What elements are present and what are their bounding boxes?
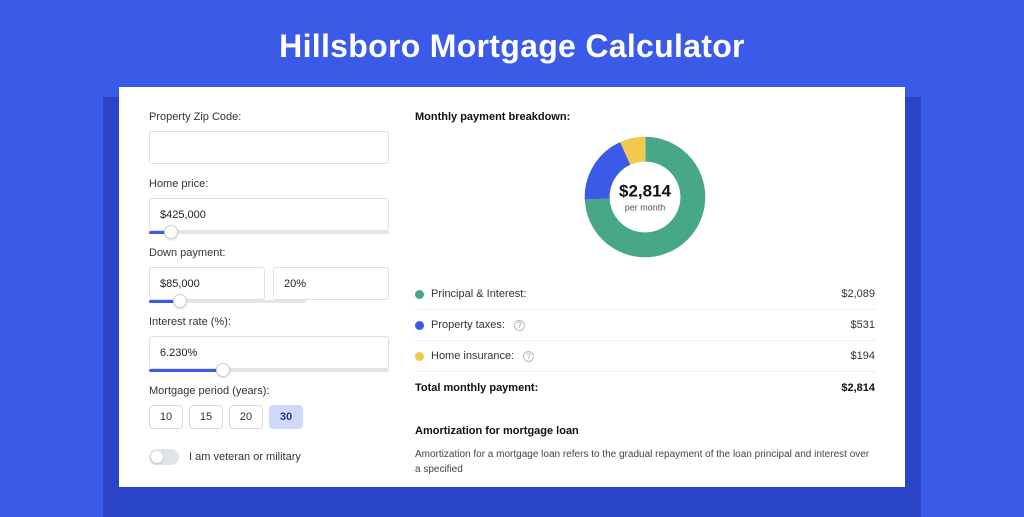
breakdown-row: Property taxes:? $531 — [415, 310, 875, 341]
down-payment-slider[interactable] — [149, 296, 306, 310]
interest-group: Interest rate (%): — [149, 316, 389, 379]
zip-group: Property Zip Code: — [149, 111, 389, 164]
breakdown-row: Principal & Interest: $2,089 — [415, 279, 875, 310]
home-price-slider[interactable] — [149, 227, 389, 241]
breakdown-rows: Principal & Interest: $2,089 Property taxe… — [415, 279, 875, 372]
breakdown-value: $2,089 — [841, 288, 875, 300]
breakdown-total-row: Total monthly payment: $2,814 — [415, 372, 875, 403]
breakdown-value: $531 — [851, 319, 875, 331]
down-payment-group: Down payment: — [149, 247, 389, 310]
period-label: Mortgage period (years): — [149, 385, 389, 397]
legend-dot — [415, 352, 424, 361]
period-group: Mortgage period (years): 10152030 — [149, 385, 389, 429]
toggle-knob — [151, 451, 163, 463]
home-price-label: Home price: — [149, 178, 389, 190]
legend-dot — [415, 321, 424, 330]
period-options: 10152030 — [149, 405, 389, 429]
interest-slider[interactable] — [149, 365, 389, 379]
zip-label: Property Zip Code: — [149, 111, 389, 123]
veteran-label: I am veteran or military — [189, 451, 301, 463]
period-option-10[interactable]: 10 — [149, 405, 183, 429]
calculator-card: Property Zip Code: Home price: Down paym… — [119, 87, 905, 487]
veteran-row: I am veteran or military — [149, 449, 389, 465]
period-option-20[interactable]: 20 — [229, 405, 263, 429]
info-icon[interactable]: ? — [514, 320, 525, 331]
breakdown-panel: Monthly payment breakdown: $2,814 per mo… — [415, 111, 875, 487]
amortization-text: Amortization for a mortgage loan refers … — [415, 447, 875, 477]
form-panel: Property Zip Code: Home price: Down paym… — [149, 111, 389, 487]
slider-thumb[interactable] — [164, 225, 178, 239]
info-icon[interactable]: ? — [523, 351, 534, 362]
total-label: Total monthly payment: — [415, 382, 538, 394]
slider-thumb[interactable] — [216, 363, 230, 377]
page-title: Hillsboro Mortgage Calculator — [0, 0, 1024, 87]
zip-input[interactable] — [149, 131, 389, 164]
donut-wrap: $2,814 per month — [415, 135, 875, 259]
donut-center: $2,814 per month — [619, 182, 671, 213]
period-option-30[interactable]: 30 — [269, 405, 303, 429]
legend-dot — [415, 290, 424, 299]
breakdown-value: $194 — [851, 350, 875, 362]
down-payment-label: Down payment: — [149, 247, 389, 259]
total-value: $2,814 — [841, 382, 875, 394]
breakdown-label: Principal & Interest: — [431, 288, 526, 300]
period-option-15[interactable]: 15 — [189, 405, 223, 429]
slider-thumb[interactable] — [173, 294, 187, 308]
interest-label: Interest rate (%): — [149, 316, 389, 328]
amortization-title: Amortization for mortgage loan — [415, 425, 875, 437]
home-price-group: Home price: — [149, 178, 389, 241]
donut-sub: per month — [619, 203, 671, 213]
breakdown-label: Property taxes: — [431, 319, 505, 331]
breakdown-label: Home insurance: — [431, 350, 514, 362]
donut-amount: $2,814 — [619, 182, 671, 202]
veteran-toggle[interactable] — [149, 449, 179, 465]
breakdown-row: Home insurance:? $194 — [415, 341, 875, 372]
breakdown-title: Monthly payment breakdown: — [415, 111, 875, 123]
